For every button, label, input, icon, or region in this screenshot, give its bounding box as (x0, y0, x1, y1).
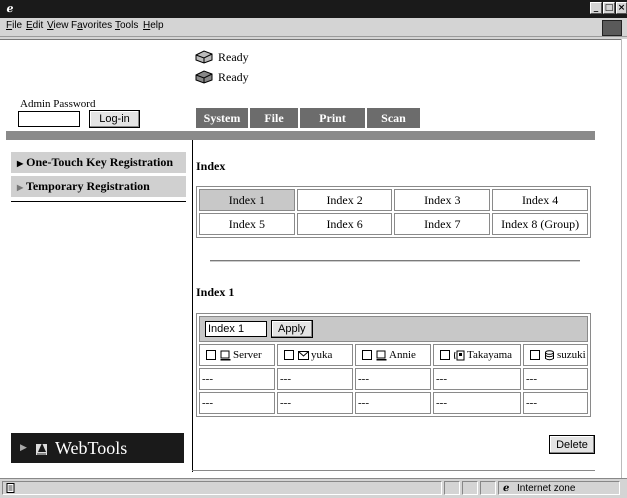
triangle-right-icon: ▶ (20, 442, 27, 452)
printer-icon (195, 50, 213, 64)
status-bar: ℯ Internet zone (0, 478, 627, 498)
index-cell-4[interactable]: Index 4 (492, 189, 588, 211)
status-text: Ready (218, 69, 249, 84)
login-button[interactable]: Log-in (89, 110, 140, 128)
empty-cell: --- (199, 392, 275, 414)
menu-separator (0, 37, 627, 40)
empty-cell: --- (199, 368, 275, 390)
empty-cell: --- (355, 392, 431, 414)
index-cell-5[interactable]: Index 5 (199, 213, 295, 235)
entry-cell: Annie (355, 344, 431, 366)
maximize-button[interactable]: □ (603, 2, 615, 14)
triangle-right-icon: ▶ (17, 183, 24, 192)
computer-icon (220, 350, 231, 361)
empty-cell: --- (433, 368, 521, 390)
menu-tools[interactable]: Tools (115, 20, 138, 31)
entry-name: suzuki (557, 349, 586, 361)
windows-logo-icon (602, 20, 622, 36)
webtools-icon (36, 443, 47, 455)
entry-name: Server (233, 349, 262, 361)
webtools-text: WebTools (55, 438, 128, 458)
database-icon (545, 350, 554, 361)
address-table: Index 1 Apply Server yuka Annie Takayama … (196, 313, 591, 417)
status-bar-cell (480, 481, 496, 495)
page-icon (6, 483, 15, 493)
delete-button[interactable]: Delete (549, 435, 595, 454)
empty-cell: --- (355, 368, 431, 390)
status-text: Ready (218, 49, 249, 64)
entry-cell: Takayama (433, 344, 521, 366)
empty-cell: --- (523, 392, 588, 414)
menu-bar: File Edit View Favorites Tools Help (0, 18, 627, 37)
close-button[interactable]: × (616, 2, 627, 14)
entry-name: Annie (389, 349, 416, 361)
index-name-input[interactable]: Index 1 (205, 321, 267, 337)
index-heading: Index (196, 159, 226, 173)
tab-system[interactable]: System (196, 108, 248, 128)
index-cell-1[interactable]: Index 1 (199, 189, 295, 211)
apply-button[interactable]: Apply (271, 320, 313, 338)
minimize-button[interactable]: _ (590, 2, 602, 14)
printer-icon (195, 70, 213, 84)
index-cell-6[interactable]: Index 6 (296, 213, 393, 235)
entry-cell: yuka (277, 344, 353, 366)
sidebar-item-label: Temporary Registration (25, 179, 150, 193)
status-bar-cell (444, 481, 460, 495)
empty-cell: --- (433, 392, 521, 414)
bottom-divider (192, 470, 595, 471)
entry-name: yuka (311, 349, 333, 361)
status-bar-zone: ℯ Internet zone (498, 481, 620, 495)
tab-print[interactable]: Print (300, 108, 365, 128)
tab-file[interactable]: File (250, 108, 298, 128)
section-divider (210, 260, 580, 262)
admin-password-input[interactable] (18, 111, 80, 127)
index-name-row: Index 1 Apply (199, 316, 588, 342)
entry-name: Takayama (467, 349, 513, 361)
tab-underline-band (6, 131, 595, 140)
entry-cell: Server (199, 344, 275, 366)
index-cell-2[interactable]: Index 2 (296, 189, 393, 211)
sidebar-item-one-touch-key-registration[interactable]: ▶ One-Touch Key Registration (11, 152, 186, 173)
entry-checkbox[interactable] (362, 350, 372, 361)
title-bar: ℯ _ □ × (0, 0, 627, 18)
internet-zone-icon: ℯ (503, 483, 510, 494)
entry-checkbox[interactable] (284, 350, 294, 361)
status-bar-main (2, 481, 442, 495)
entry-checkbox[interactable] (440, 350, 450, 361)
menu-view[interactable]: View (47, 20, 69, 31)
empty-cell: --- (523, 368, 588, 390)
sidebar-item-label: One-Touch Key Registration (26, 155, 174, 169)
index-cell-8-group[interactable]: Index 8 (Group) (492, 213, 588, 235)
index-cell-3[interactable]: Index 3 (394, 189, 491, 211)
printer-status: Ready Ready (194, 47, 249, 87)
fax-icon (454, 350, 465, 361)
index-cell-7[interactable]: Index 7 (394, 213, 491, 235)
menu-edit[interactable]: Edit (26, 20, 43, 31)
empty-cell: --- (277, 392, 353, 414)
zone-text: Internet zone (517, 483, 576, 494)
computer-icon (376, 350, 387, 361)
detail-heading: Index 1 (196, 285, 235, 299)
sidebar-item-temporary-registration[interactable]: ▶ Temporary Registration (11, 176, 186, 197)
webtools-logo[interactable]: ▶ WebTools (11, 433, 184, 463)
mail-icon (298, 350, 309, 360)
triangle-right-icon: ▶ (17, 159, 24, 168)
entry-checkbox[interactable] (530, 350, 540, 361)
entry-cell: suzuki (523, 344, 588, 366)
sidebar-divider (11, 201, 186, 202)
sidebar-border (192, 140, 193, 472)
admin-password-label: Admin Password (20, 98, 96, 110)
empty-cell: --- (277, 368, 353, 390)
ie-logo-icon: ℯ (6, 2, 14, 15)
tab-scan[interactable]: Scan (367, 108, 420, 128)
window-edge (621, 39, 627, 478)
menu-file[interactable]: File (6, 20, 22, 31)
menu-favorites[interactable]: Favorites (71, 20, 112, 31)
index-table: Index 1 Index 2 Index 3 Index 4 Index 5 … (196, 186, 591, 238)
entry-checkbox[interactable] (206, 350, 216, 361)
status-bar-cell (462, 481, 478, 495)
menu-help[interactable]: Help (143, 20, 164, 31)
